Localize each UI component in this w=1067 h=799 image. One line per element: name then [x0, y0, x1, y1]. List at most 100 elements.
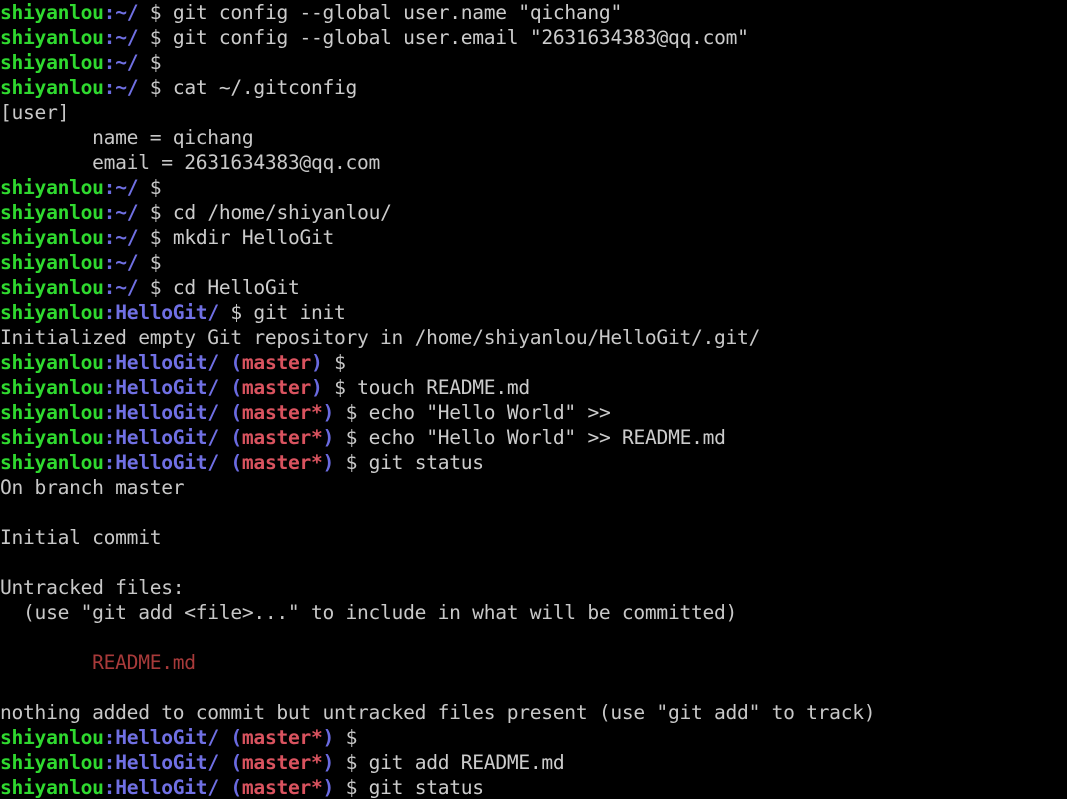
- prompt-symbol: $: [345, 726, 358, 749]
- prompt-user-host: shiyanlou: [0, 401, 104, 424]
- terminal-prompt-line: shiyanlou:~/ $ cat ~/.gitconfig: [0, 75, 1067, 100]
- prompt-separator: :: [103, 26, 116, 49]
- prompt-separator: :: [103, 401, 116, 424]
- prompt-user-host: shiyanlou: [0, 426, 104, 449]
- terminal-prompt-line: shiyanlou:HelloGit/ (master*) $ echo "He…: [0, 400, 1067, 425]
- prompt-path: HelloGit/: [115, 401, 219, 424]
- terminal-prompt-line: shiyanlou:~/ $ mkdir HelloGit: [0, 225, 1067, 250]
- prompt-git-branch: master*: [241, 776, 323, 799]
- output-text: name = qichang: [0, 126, 254, 149]
- prompt-user-host: shiyanlou: [0, 776, 104, 799]
- terminal-output-area[interactable]: shiyanlou:~/ $ git config --global user.…: [0, 0, 1067, 799]
- terminal-prompt-line: shiyanlou:HelloGit/ (master) $ touch REA…: [0, 375, 1067, 400]
- terminal-output-line: email = 2631634383@qq.com: [0, 150, 1067, 175]
- terminal-output-line: name = qichang: [0, 125, 1067, 150]
- prompt-path: ~/: [115, 1, 139, 24]
- output-text: [user]: [0, 101, 70, 124]
- prompt-separator: :: [103, 1, 116, 24]
- terminal-command: git init: [241, 301, 346, 324]
- prompt-path: ~/: [115, 176, 139, 199]
- terminal-window[interactable]: shiyanlou:~/ $ git config --global user.…: [0, 0, 1067, 799]
- prompt-symbol: $: [345, 776, 358, 799]
- prompt-branch-open-paren: (: [230, 376, 242, 399]
- terminal-command: cd HelloGit: [161, 276, 300, 299]
- terminal-prompt-line: shiyanlou:HelloGit/ (master*) $ echo "He…: [0, 425, 1067, 450]
- prompt-path: ~/: [115, 76, 139, 99]
- terminal-prompt-line: shiyanlou:~/ $: [0, 50, 1067, 75]
- prompt-branch-close-paren: ): [311, 351, 323, 374]
- prompt-user-host: shiyanlou: [0, 276, 104, 299]
- terminal-prompt-line: shiyanlou:~/ $ cd /home/shiyanlou/: [0, 200, 1067, 225]
- prompt-branch-close-paren: ): [322, 426, 335, 449]
- prompt-separator: :: [103, 251, 116, 274]
- terminal-prompt-line: shiyanlou:HelloGit/ (master*) $ git stat…: [0, 450, 1067, 475]
- output-text: Initial commit: [0, 526, 162, 549]
- prompt-symbol: $: [345, 751, 358, 774]
- prompt-separator: :: [103, 451, 116, 474]
- prompt-symbol: $: [149, 201, 162, 224]
- terminal-prompt-line: shiyanlou:~/ $ cd HelloGit: [0, 275, 1067, 300]
- prompt-separator: :: [103, 726, 116, 749]
- prompt-user-host: shiyanlou: [0, 451, 104, 474]
- prompt-symbol: $: [149, 26, 162, 49]
- terminal-untracked-file-line: README.md: [0, 650, 1067, 675]
- terminal-output-line: Initial commit: [0, 525, 1067, 550]
- prompt-path: ~/: [115, 226, 139, 249]
- prompt-branch-open-paren: (: [230, 426, 242, 449]
- prompt-user-host: shiyanlou: [0, 51, 104, 74]
- prompt-git-branch: master: [241, 376, 312, 399]
- prompt-separator: :: [103, 351, 116, 374]
- prompt-separator: :: [103, 751, 116, 774]
- terminal-prompt-line: shiyanlou:~/ $: [0, 175, 1067, 200]
- terminal-command: git config --global user.name "qichang": [161, 1, 622, 24]
- terminal-output-line: (use "git add <file>..." to include in w…: [0, 600, 1067, 625]
- terminal-prompt-line: shiyanlou:HelloGit/ (master) $: [0, 350, 1067, 375]
- prompt-git-branch: master*: [241, 751, 323, 774]
- prompt-path: HelloGit/: [115, 351, 219, 374]
- terminal-command: mkdir HelloGit: [161, 226, 335, 249]
- prompt-user-host: shiyanlou: [0, 226, 104, 249]
- prompt-separator: :: [103, 176, 116, 199]
- prompt-separator: :: [103, 776, 116, 799]
- prompt-git-branch: master*: [241, 451, 323, 474]
- prompt-symbol: $: [334, 351, 346, 374]
- prompt-path: ~/: [115, 251, 139, 274]
- terminal-prompt-line: shiyanlou:HelloGit/ (master*) $ git add …: [0, 750, 1067, 775]
- prompt-branch-open-paren: (: [230, 776, 242, 799]
- terminal-prompt-line: shiyanlou:~/ $ git config --global user.…: [0, 25, 1067, 50]
- prompt-branch-close-paren: ): [322, 776, 335, 799]
- prompt-path: ~/: [115, 201, 139, 224]
- prompt-path: HelloGit/: [115, 776, 219, 799]
- prompt-separator: :: [103, 226, 116, 249]
- prompt-user-host: shiyanlou: [0, 176, 104, 199]
- prompt-branch-open-paren: (: [230, 751, 242, 774]
- terminal-prompt-line: shiyanlou:~/ $ git config --global user.…: [0, 0, 1067, 25]
- prompt-user-host: shiyanlou: [0, 726, 104, 749]
- prompt-separator: :: [103, 426, 116, 449]
- prompt-user-host: shiyanlou: [0, 301, 104, 324]
- terminal-prompt-line: shiyanlou:~/ $: [0, 250, 1067, 275]
- prompt-branch-close-paren: ): [322, 401, 335, 424]
- prompt-user-host: shiyanlou: [0, 76, 104, 99]
- prompt-symbol: $: [345, 426, 358, 449]
- prompt-path: HelloGit/: [115, 751, 219, 774]
- prompt-branch-close-paren: ): [322, 726, 335, 749]
- terminal-output-line: [0, 625, 1067, 650]
- prompt-user-host: shiyanlou: [0, 351, 104, 374]
